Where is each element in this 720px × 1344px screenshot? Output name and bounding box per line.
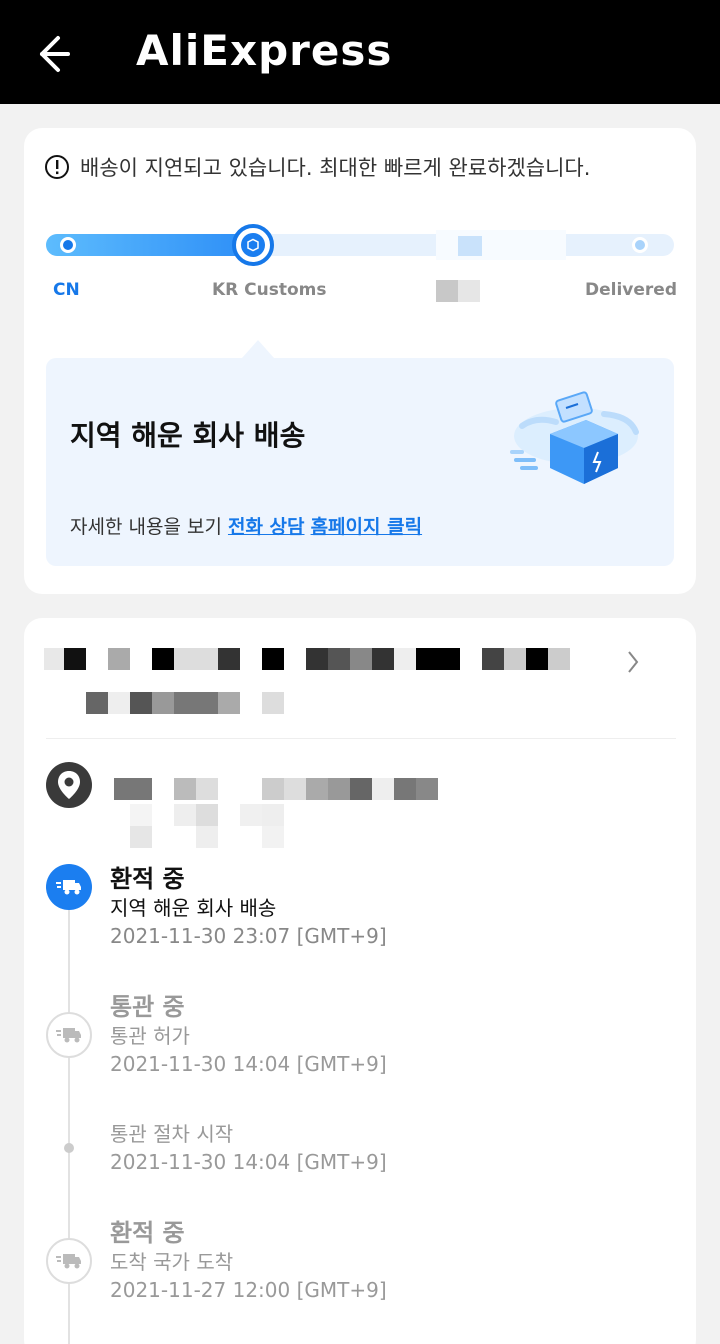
truck-icon bbox=[46, 1012, 92, 1058]
timeline-event: 통관 중 통관 허가 2021-11-30 14:04 [GMT+9] bbox=[110, 992, 387, 1078]
event-title: 통관 중 bbox=[110, 993, 185, 1021]
redacted-address-line2 bbox=[130, 804, 284, 826]
event-description: 통관 허가 bbox=[110, 1024, 190, 1048]
stage-customs: KR Customs bbox=[212, 280, 327, 300]
truck-icon bbox=[46, 864, 92, 910]
app-title: AliExpress bbox=[136, 26, 393, 75]
progress-track bbox=[46, 224, 674, 266]
event-description: 도착 국가 도착 bbox=[110, 1250, 234, 1274]
progress-fill bbox=[46, 234, 254, 256]
app-bar: AliExpress bbox=[0, 0, 720, 104]
event-time: 2021-11-30 23:07 [GMT+9] bbox=[110, 924, 387, 948]
tracking-detail-card: 환적 중 지역 해운 회사 배송 2021-11-30 23:07 [GMT+9… bbox=[24, 618, 696, 1344]
carrier-title: 지역 해운 회사 배송 bbox=[70, 419, 306, 452]
event-time: 2021-11-30 14:04 [GMT+9] bbox=[110, 1052, 387, 1076]
redacted-tracking-number bbox=[44, 648, 570, 670]
chevron-right-icon[interactable] bbox=[624, 648, 642, 676]
redacted-address bbox=[114, 778, 438, 800]
stage-redacted bbox=[436, 280, 480, 302]
back-arrow-icon[interactable] bbox=[28, 30, 76, 78]
info-pointer bbox=[242, 340, 274, 358]
event-title: 환적 중 bbox=[110, 1219, 185, 1247]
divider bbox=[46, 738, 676, 739]
event-time: 2021-11-27 12:00 [GMT+9] bbox=[110, 1278, 387, 1302]
location-pin-icon bbox=[46, 762, 92, 808]
stage-delivered: Delivered bbox=[585, 280, 677, 300]
carrier-detail-prefix: 자세한 내용을 보기 bbox=[70, 516, 228, 538]
event-time: 2021-11-30 14:04 [GMT+9] bbox=[110, 1150, 387, 1174]
progress-start-dot bbox=[60, 237, 76, 253]
timeline-event: 통관 절차 시작 2021-11-30 14:04 [GMT+9] bbox=[110, 1120, 387, 1176]
stage-origin: CN bbox=[53, 280, 80, 300]
exclamation-circle-icon bbox=[45, 155, 69, 179]
progress-redacted bbox=[436, 230, 566, 260]
truck-icon bbox=[46, 1238, 92, 1284]
delay-notice: 배송이 지연되고 있습니다. 최대한 빠르게 완료하겠습니다. bbox=[44, 152, 590, 182]
timeline-event: 환적 중 지역 해운 회사 배송 2021-11-30 23:07 [GMT+9… bbox=[110, 864, 387, 950]
progress-current-node bbox=[232, 224, 274, 266]
delay-notice-text: 배송이 지연되고 있습니다. 최대한 빠르게 완료하겠습니다. bbox=[80, 156, 591, 180]
event-title: 환적 중 bbox=[110, 865, 185, 893]
redacted-address-line3 bbox=[130, 826, 284, 848]
timeline-event: 환적 중 도착 국가 도착 2021-11-27 12:00 [GMT+9] bbox=[110, 1218, 387, 1304]
homepage-link[interactable]: 홈페이지 클릭 bbox=[311, 516, 423, 538]
redacted-carrier-name bbox=[86, 692, 284, 714]
progress-end-dot bbox=[632, 237, 648, 253]
carrier-detail: 자세한 내용을 보기 전화 상담 홈페이지 클릭 bbox=[70, 512, 422, 539]
event-description: 통관 절차 시작 bbox=[110, 1122, 234, 1146]
package-illustration-icon bbox=[510, 391, 639, 484]
carrier-info-box: 지역 해운 회사 배송 자세한 내용을 보기 전화 상담 홈페이지 클릭 bbox=[46, 358, 674, 566]
phone-consult-link[interactable]: 전화 상담 bbox=[228, 516, 305, 538]
shipping-status-card: 배송이 지연되고 있습니다. 최대한 빠르게 완료하겠습니다. CN KR Cu… bbox=[24, 128, 696, 594]
event-description: 지역 해운 회사 배송 bbox=[110, 896, 277, 920]
timeline-dot bbox=[64, 1143, 74, 1153]
box-icon bbox=[241, 233, 265, 257]
